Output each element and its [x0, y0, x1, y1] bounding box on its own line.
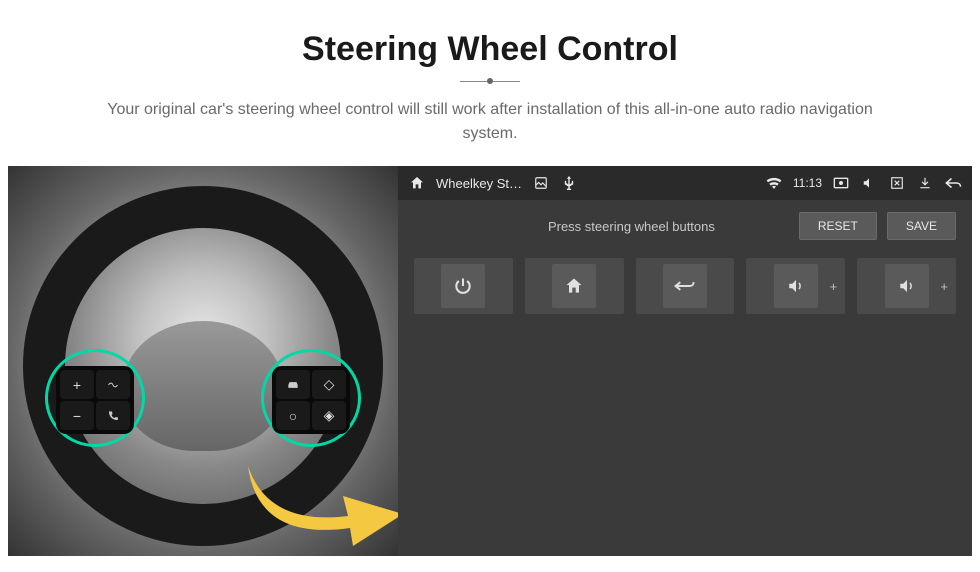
volume-icon	[774, 264, 818, 308]
volume-icon	[885, 264, 929, 308]
status-bar: Wheelkey St… 11:13	[398, 166, 972, 200]
wheel-button-cluster-right: ◇ ○ ◈	[272, 366, 350, 434]
content-row: + − ◇ ○ ◈ Wheelkey	[0, 166, 980, 556]
download-icon[interactable]	[916, 174, 934, 192]
cast-icon[interactable]	[832, 174, 850, 192]
volume-plus-label: +	[830, 279, 838, 294]
page-title: Steering Wheel Control	[40, 30, 940, 69]
reset-button[interactable]: RESET	[799, 212, 877, 240]
voice-icon	[96, 370, 130, 399]
function-power-button[interactable]	[414, 258, 513, 314]
function-home-button[interactable]	[525, 258, 624, 314]
steering-wheel-image: + − ◇ ○ ◈	[8, 166, 398, 556]
minus-icon: −	[60, 401, 94, 430]
back-icon[interactable]	[944, 174, 962, 192]
app-title: Wheelkey St…	[436, 176, 522, 191]
wifi-icon	[765, 174, 783, 192]
arrow-indicator-icon	[238, 456, 398, 546]
title-divider	[460, 81, 520, 82]
diamond-icon: ◇	[312, 370, 346, 399]
function-button-grid: + +	[398, 252, 972, 320]
clock-time: 11:13	[793, 176, 822, 190]
status-bar-right: 11:13	[765, 174, 962, 192]
mute-icon[interactable]	[860, 174, 878, 192]
close-box-icon[interactable]	[888, 174, 906, 192]
status-bar-left: Wheelkey St…	[408, 174, 578, 192]
circle-icon: ○	[276, 401, 310, 430]
function-return-button[interactable]	[636, 258, 735, 314]
save-button[interactable]: SAVE	[887, 212, 956, 240]
picture-icon	[532, 174, 550, 192]
header-section: Steering Wheel Control Your original car…	[0, 0, 980, 166]
nav-icon: ◈	[312, 401, 346, 430]
instruction-text: Press steering wheel buttons	[414, 219, 789, 234]
head-unit-screen: Wheelkey St… 11:13	[398, 166, 972, 556]
wheel-button-cluster-left: + −	[56, 366, 134, 434]
function-volume-up-button[interactable]: +	[746, 258, 845, 314]
volume-plus-label: +	[940, 279, 948, 294]
return-icon	[663, 264, 707, 308]
phone-icon	[96, 401, 130, 430]
home-icon	[552, 264, 596, 308]
wheel-hub	[123, 321, 283, 451]
instruction-row: Press steering wheel buttons RESET SAVE	[398, 200, 972, 252]
plus-icon: +	[60, 370, 94, 399]
car-icon	[276, 370, 310, 399]
home-icon[interactable]	[408, 174, 426, 192]
page-subtitle: Your original car's steering wheel contr…	[100, 98, 880, 146]
usb-icon	[560, 174, 578, 192]
power-icon	[441, 264, 485, 308]
function-volume-up-button-2[interactable]: +	[857, 258, 956, 314]
